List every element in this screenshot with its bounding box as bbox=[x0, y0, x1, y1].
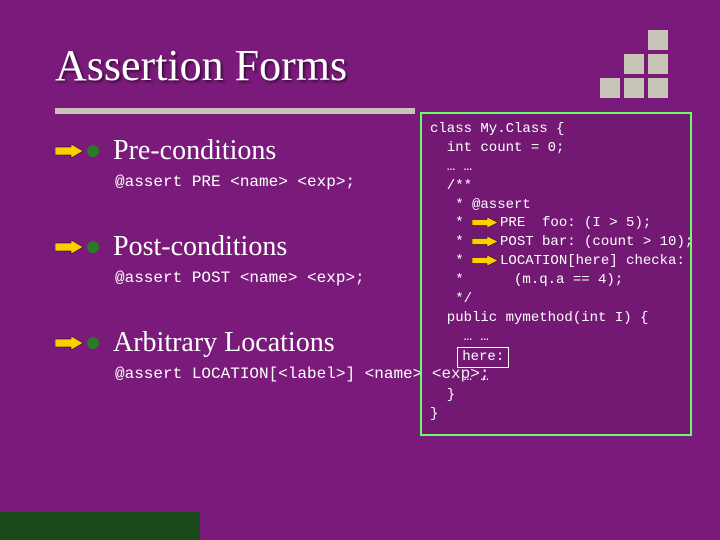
code-line: public mymethod(int I) { bbox=[430, 309, 682, 328]
bullet-label: Pre-conditions bbox=[113, 135, 276, 167]
bullet-dot bbox=[87, 337, 99, 349]
slide-title: Assertion Forms bbox=[55, 40, 347, 91]
arrow-icon bbox=[472, 217, 498, 228]
bullet-dot bbox=[87, 145, 99, 157]
code-line: * LOCATION[here] checka: bbox=[430, 252, 682, 271]
code-line: * POST bar: (count > 10); bbox=[430, 233, 682, 252]
code-line: class My.Class { bbox=[430, 120, 682, 139]
code-line: /** bbox=[430, 177, 682, 196]
bullet-label: Post-conditions bbox=[113, 231, 287, 263]
arrow-icon bbox=[472, 255, 498, 266]
bullet-dot bbox=[87, 241, 99, 253]
code-line: } bbox=[430, 386, 682, 405]
code-line: * @assert bbox=[430, 196, 682, 215]
here-label-box: here: bbox=[457, 347, 509, 368]
title-underline bbox=[55, 108, 415, 114]
arrow-icon bbox=[55, 336, 83, 350]
corner-decoration bbox=[600, 30, 690, 90]
code-line: … … bbox=[430, 368, 682, 387]
code-example-box: class My.Class { int count = 0; … … /** … bbox=[420, 112, 692, 436]
code-line: } bbox=[430, 405, 682, 424]
code-line: * (m.q.a == 4); bbox=[430, 271, 682, 290]
code-line: */ bbox=[430, 290, 682, 309]
code-line: … … bbox=[430, 328, 682, 347]
arrow-icon bbox=[55, 144, 83, 158]
code-line: * PRE foo: (I > 5); bbox=[430, 214, 682, 233]
arrow-icon bbox=[472, 236, 498, 247]
arrow-icon bbox=[55, 240, 83, 254]
bottom-accent-bar bbox=[0, 512, 200, 540]
bullet-label: Arbitrary Locations bbox=[113, 327, 335, 359]
code-line: … … bbox=[430, 158, 682, 177]
code-line: here: bbox=[430, 347, 682, 368]
code-line: int count = 0; bbox=[430, 139, 682, 158]
